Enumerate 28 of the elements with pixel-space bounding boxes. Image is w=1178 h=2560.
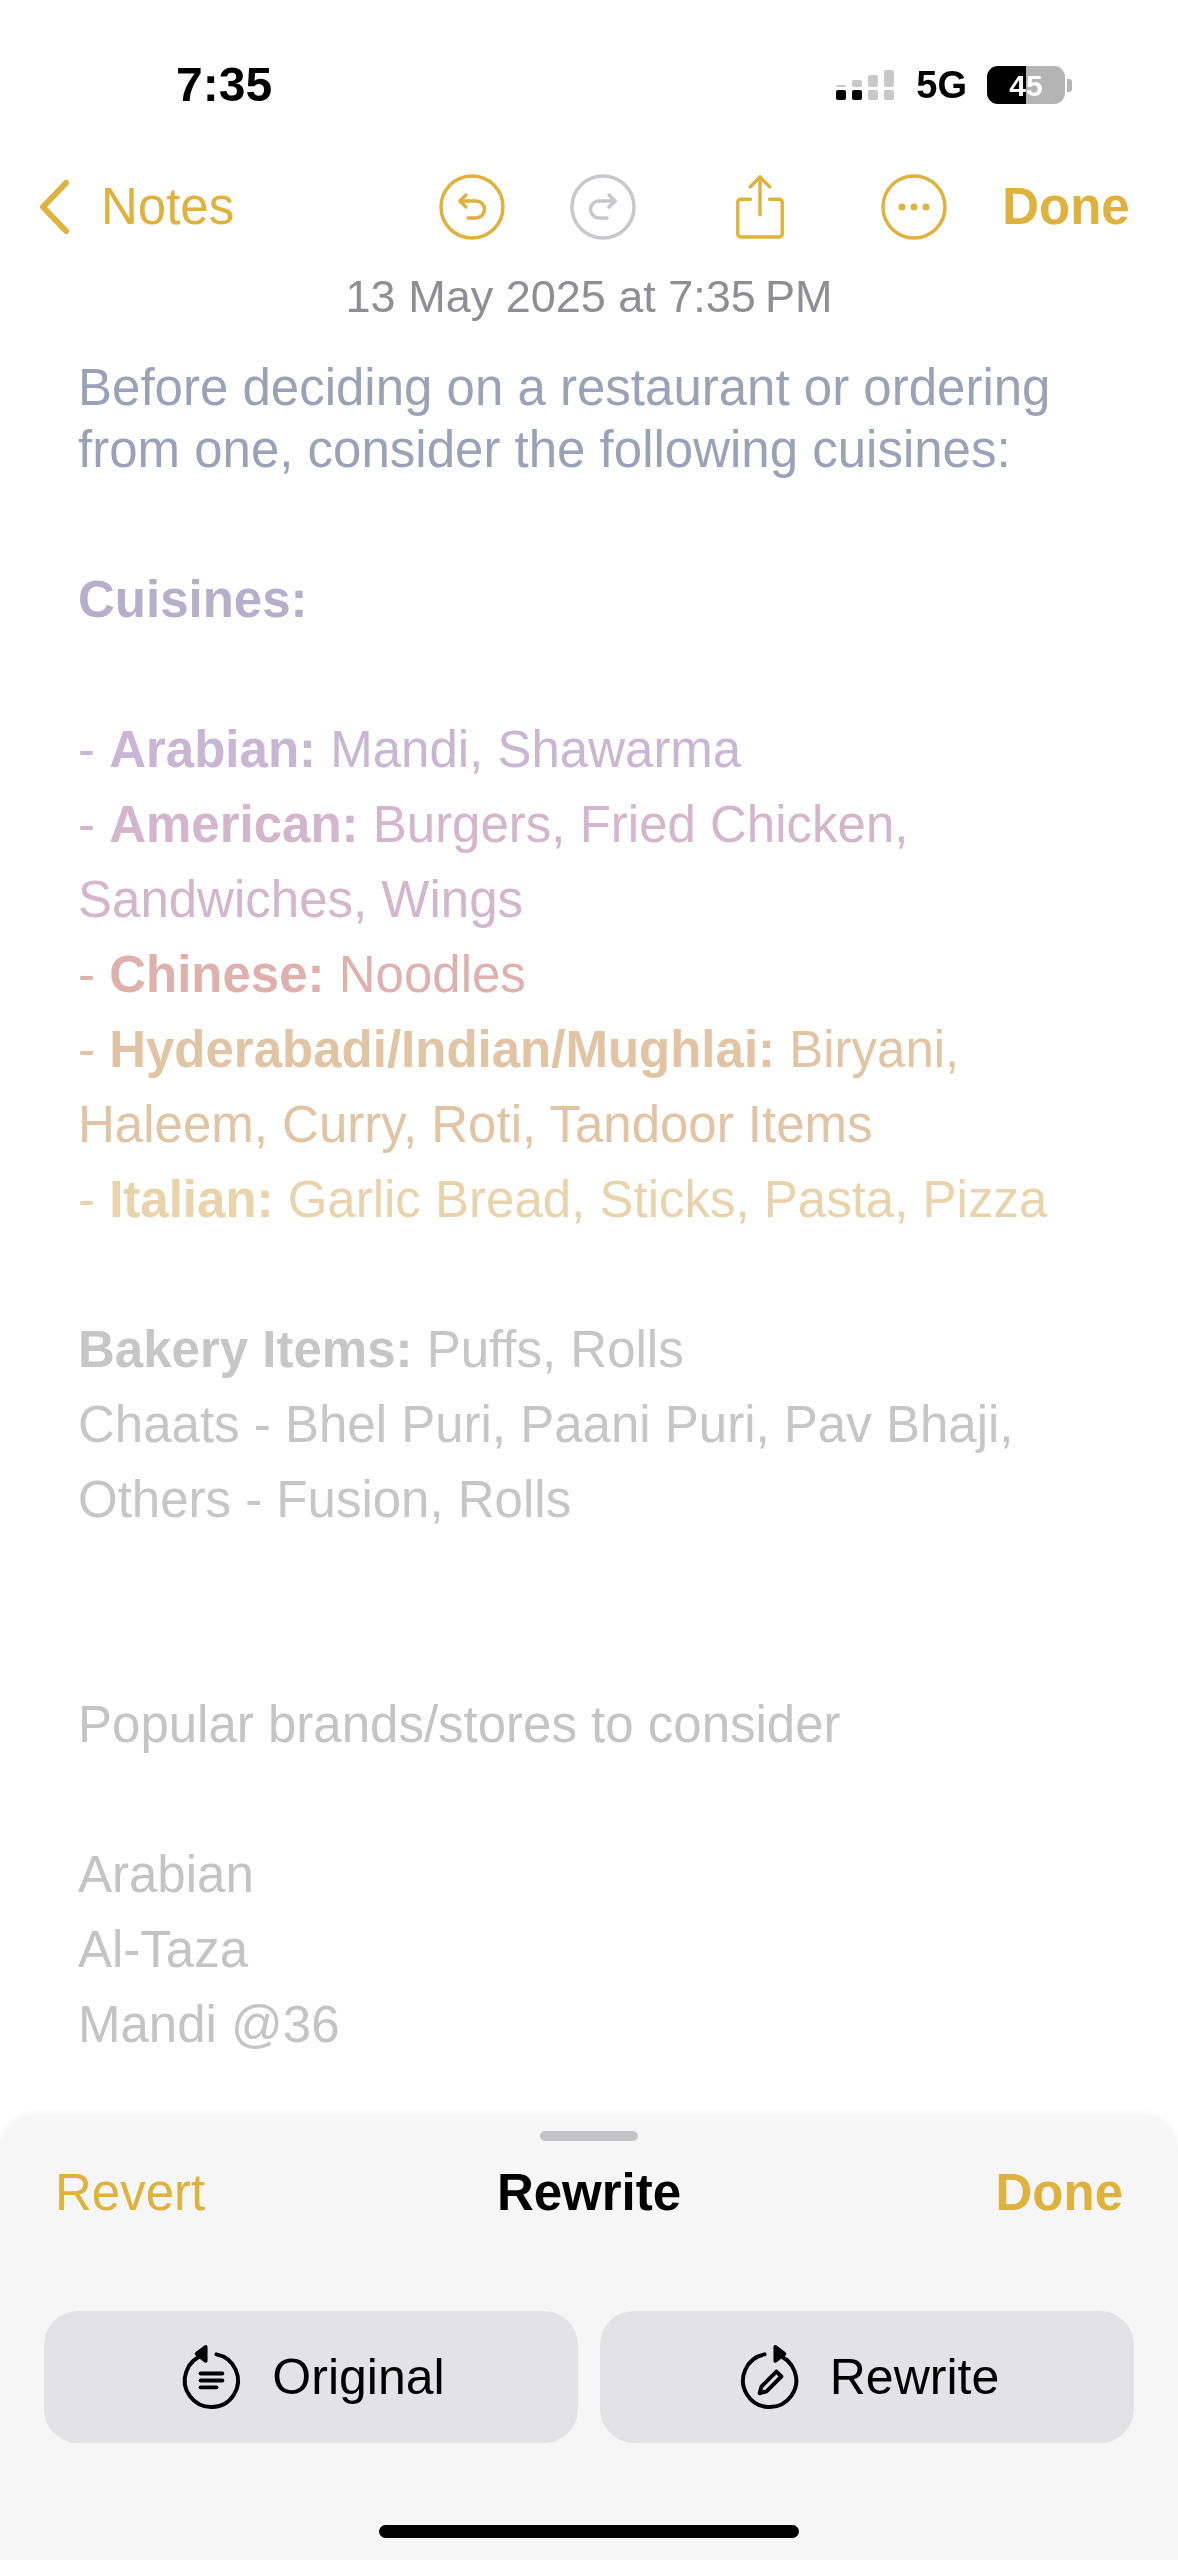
sheet-grabber[interactable] [540,2131,638,2141]
list-item: - Hyderabadi/Indian/Mughlai: Biryani, Haleem, Curry, Roti, Tandoor Items [78,1020,961,1155]
sheet-title: Rewrite [496,2163,682,2223]
rewrite-button[interactable]: Rewrite [600,2311,1134,2443]
list-item: - Italian: Garlic Bread, Sticks, Pasta, Pizza [78,1170,1049,1230]
signal-icon [836,70,895,100]
list-item: Others - Fusion, Rolls [78,1470,573,1530]
note-line: Mandi @36 [78,1995,341,2055]
note-date: 13 May 2025 at 7:35 PM [345,270,833,324]
list-item: Chaats - Bhel Puri, Paani Puri, Pav Bhaji, [78,1395,1015,1455]
back-button[interactable]: Notes [36,168,235,246]
done-button[interactable]: Done [1002,168,1130,246]
note-heading: Cuisines: [78,570,309,630]
more-button[interactable] [881,174,948,240]
list-item: Bakery Items: Puffs, Rolls [78,1320,685,1380]
note-line: Al-Taza [78,1920,250,1980]
original-button[interactable]: Original [44,2311,578,2443]
list-item: - American: Burgers, Fried Chicken, Sandwiches, Wings [78,795,910,930]
note-paragraph: Before deciding on a restaurant or ordering from one, consider the following cuisines: [78,358,1052,480]
network-label: 5G [916,62,967,108]
note-paragraph: Popular brands/stores to consider [78,1695,842,1755]
revert-button[interactable]: Revert [55,2155,206,2232]
undo-button[interactable] [439,174,506,240]
list-item: - Chinese: Noodles [78,945,527,1005]
list-item: - Arabian: Mandi, Shawarma [78,720,743,780]
done-button[interactable]: Done [995,2155,1123,2232]
note-line: Arabian [78,1845,255,1905]
status-time: 7:35 [176,57,273,113]
